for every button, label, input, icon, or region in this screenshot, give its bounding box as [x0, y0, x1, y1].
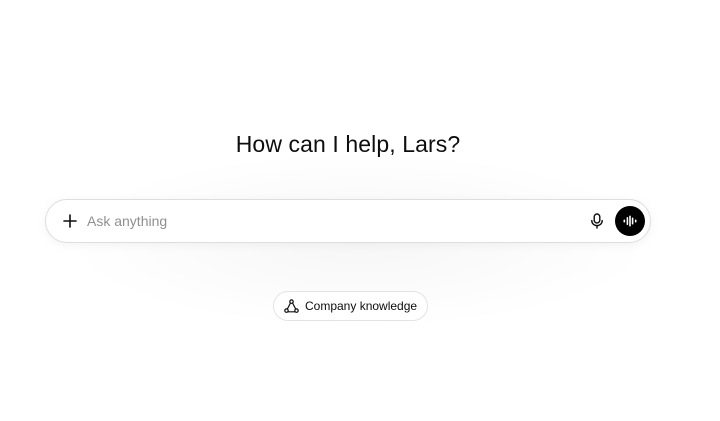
- microphone-icon: [591, 213, 603, 229]
- add-attachment-button[interactable]: [58, 209, 82, 233]
- suggestion-chip-company-knowledge[interactable]: Company knowledge: [273, 291, 429, 321]
- plus-icon: [63, 214, 77, 228]
- suggestion-chip-label: Company knowledge: [305, 299, 418, 313]
- composer: [45, 199, 651, 243]
- prompt-input[interactable]: [87, 210, 567, 232]
- page-title: How can I help, Lars?: [235, 131, 461, 157]
- voice-waveform-icon: [623, 215, 637, 227]
- chat-home: How can I help, Lars? Ask anything Compa…: [0, 0, 720, 421]
- connectors-icon: [284, 298, 299, 313]
- dictate-button[interactable]: [587, 211, 607, 231]
- voice-mode-button[interactable]: [615, 206, 645, 236]
